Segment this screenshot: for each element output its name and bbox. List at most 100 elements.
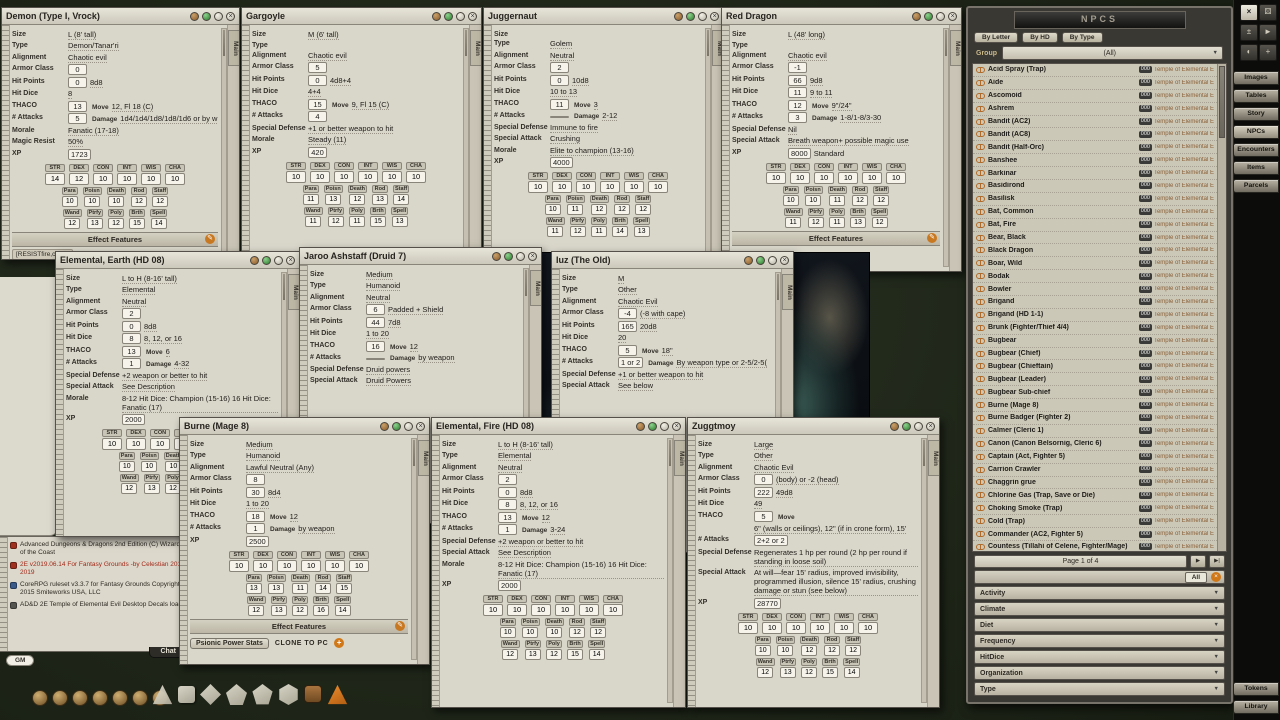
field-value-box[interactable]: 18	[246, 511, 265, 522]
npc-list-item[interactable]: Aide000Temple of Elemental E	[973, 77, 1217, 90]
filter-hitdice[interactable]: HitDice▼	[974, 650, 1225, 664]
save-value-box[interactable]: 12	[64, 218, 80, 229]
scrollbar-thumb[interactable]	[223, 30, 225, 56]
field-value[interactable]: 10d8	[572, 76, 589, 86]
save-value-box[interactable]: 13	[392, 216, 408, 227]
npc-list-item[interactable]: Bugbear (Chief)000Temple of Elemental E	[973, 348, 1217, 361]
npc-list-item[interactable]: Canon (Canon Belsornig, Cleric 6)000Temp…	[973, 438, 1217, 451]
npc-sheet-window-red-dragon[interactable]: Red Dragon×SizeL (48' long)TypeAlignment…	[721, 7, 962, 272]
edit-pencil-icon[interactable]: ✎	[395, 621, 405, 631]
filter-organization[interactable]: Organization▼	[974, 666, 1225, 680]
ability-value-box[interactable]: 10	[150, 438, 170, 450]
add-icon[interactable]: +	[334, 638, 344, 648]
field-value-box[interactable]: 8	[246, 474, 265, 485]
npc-list-item[interactable]: Cold (Trap)000Temple of Elemental E	[973, 515, 1217, 528]
npc-list-item[interactable]: Bugbear (Leader)000Temple of Elemental E	[973, 373, 1217, 386]
sidebar-button-encounters[interactable]: Encounters	[1233, 143, 1279, 157]
save-value-box[interactable]: 13	[325, 194, 341, 205]
save-value-box[interactable]: 12	[852, 195, 868, 206]
coin-token[interactable]	[52, 690, 68, 706]
sheet-scrollbar[interactable]	[667, 438, 673, 703]
save-value-box[interactable]: 14	[151, 218, 167, 229]
ability-value-box[interactable]: 10	[579, 604, 599, 616]
gm-identity-pill[interactable]: GM	[6, 655, 34, 666]
sidebar-button-story[interactable]: Story	[1233, 107, 1279, 121]
coin-token[interactable]	[72, 690, 88, 706]
sidebar-button-library[interactable]: Library	[1233, 700, 1279, 714]
npc-list-item[interactable]: Bodak000Temple of Elemental E	[973, 270, 1217, 283]
lock-icon[interactable]	[912, 12, 921, 21]
ability-value-box[interactable]: 10	[858, 622, 878, 634]
save-value-box[interactable]: 10	[500, 627, 516, 638]
field-value[interactable]: M (6' tall)	[308, 30, 339, 40]
field-value[interactable]: Demon/Tanar'ri	[68, 41, 119, 51]
field-value-box[interactable]: 5	[754, 511, 773, 522]
save-value-box[interactable]: 11	[547, 226, 563, 237]
field-value[interactable]: 1 to 20	[246, 499, 269, 509]
scrollbar-thumb[interactable]	[777, 274, 779, 300]
field-value-box[interactable]: 8	[122, 333, 141, 344]
ability-value-box[interactable]: 10	[862, 172, 882, 184]
ability-value-box[interactable]: 10	[528, 181, 548, 193]
save-value-box[interactable]: 14	[844, 667, 860, 678]
field-value-box[interactable]: 1	[498, 524, 517, 535]
field-value-box[interactable]: 5	[618, 345, 637, 356]
npc-list-item[interactable]: Barkinar000Temple of Elemental E	[973, 167, 1217, 180]
save-value-box[interactable]: 13	[246, 583, 262, 594]
field-value[interactable]: +2 weapon or better to hit	[122, 371, 207, 381]
next-page-button[interactable]: ▶	[1190, 555, 1206, 568]
token-bag-icon[interactable]	[304, 685, 322, 703]
save-value-box[interactable]: 12	[845, 645, 861, 656]
field-value[interactable]: 12, Fl 18 (C)	[112, 102, 154, 112]
field-value[interactable]: 50%	[68, 137, 83, 147]
id-toggle-icon[interactable]	[392, 422, 401, 431]
field-value[interactable]: 8-12 Hit Dice: Champion (15-16) 16 Hit D…	[498, 560, 664, 579]
field-value[interactable]: Immune to fire	[550, 123, 598, 133]
toolbar-modifier-box-icon[interactable]: ±	[1240, 24, 1258, 41]
save-value-box[interactable]: 13	[372, 194, 388, 205]
close-icon[interactable]: ×	[286, 256, 295, 265]
field-value-box[interactable]: 2000	[122, 414, 145, 425]
npc-sheet-window-zuggtmoy[interactable]: Zuggtmoy×SizeLargeTypeOtherAlignmentChao…	[687, 417, 940, 708]
npc-list-item[interactable]: Burne Badger (Fighter 2)000Temple of Ele…	[973, 412, 1217, 425]
field-value[interactable]: Chaotic evil	[308, 51, 347, 61]
save-value-box[interactable]: 11	[829, 217, 845, 228]
save-value-box[interactable]: 10	[805, 195, 821, 206]
ability-value-box[interactable]: 10	[358, 171, 378, 183]
field-value[interactable]: 18"	[662, 346, 673, 356]
window-titlebar[interactable]: Iuz (The Old)×	[552, 252, 793, 269]
npc-list-item[interactable]: Bugbear Sub-chief000Temple of Elemental …	[973, 386, 1217, 399]
field-value[interactable]: by weapon	[418, 353, 454, 363]
field-value[interactable]: (body) or -2 (head)	[776, 475, 839, 485]
ability-value-box[interactable]: 10	[325, 560, 345, 572]
save-value-box[interactable]: 12	[824, 645, 840, 656]
lock-icon[interactable]	[636, 422, 645, 431]
sheet-scrollbar[interactable]	[221, 28, 227, 255]
ability-value-box[interactable]: 10	[253, 560, 273, 572]
field-value[interactable]: 3	[594, 100, 598, 110]
npc-list-item[interactable]: Bowler000Temple of Elemental E	[973, 283, 1217, 296]
die-d6[interactable]	[178, 686, 195, 703]
npc-list-item[interactable]: Banshee000Temple of Elemental E	[973, 154, 1217, 167]
field-value[interactable]: Steady (11)	[308, 135, 346, 145]
field-value-box[interactable]: 44	[366, 317, 385, 328]
clear-filter-icon[interactable]: ×	[1211, 572, 1221, 582]
ability-value-box[interactable]: 10	[814, 172, 834, 184]
npc-list-item[interactable]: Brigand000Temple of Elemental E	[973, 296, 1217, 309]
ability-value-box[interactable]: 10	[531, 604, 551, 616]
npc-list-item[interactable]: Countess (Tillahi of Celene, Fighter/Mag…	[973, 541, 1217, 552]
close-icon[interactable]: ×	[948, 12, 957, 21]
field-value[interactable]: 49d8	[776, 488, 793, 498]
share-icon[interactable]	[404, 422, 413, 431]
npc-sheet-window-gargoyle[interactable]: Gargoyle×SizeM (6' tall)TypeAlignmentCha…	[241, 7, 482, 264]
save-value-box[interactable]: 12	[614, 204, 630, 215]
sidebar-button-parcels[interactable]: Parcels	[1233, 179, 1279, 193]
field-value-box[interactable]: 12	[788, 100, 807, 111]
tab-main[interactable]: Main	[470, 30, 481, 66]
save-value-box[interactable]: 13	[780, 667, 796, 678]
field-value[interactable]: M	[618, 274, 624, 284]
field-value-box[interactable]: 66	[788, 75, 807, 86]
save-value-box[interactable]: 13	[634, 226, 650, 237]
npc-sheet-window-demon[interactable]: Demon (Type I, Vrock)×SizeL (8' tall)Typ…	[1, 7, 240, 260]
id-toggle-icon[interactable]	[756, 256, 765, 265]
